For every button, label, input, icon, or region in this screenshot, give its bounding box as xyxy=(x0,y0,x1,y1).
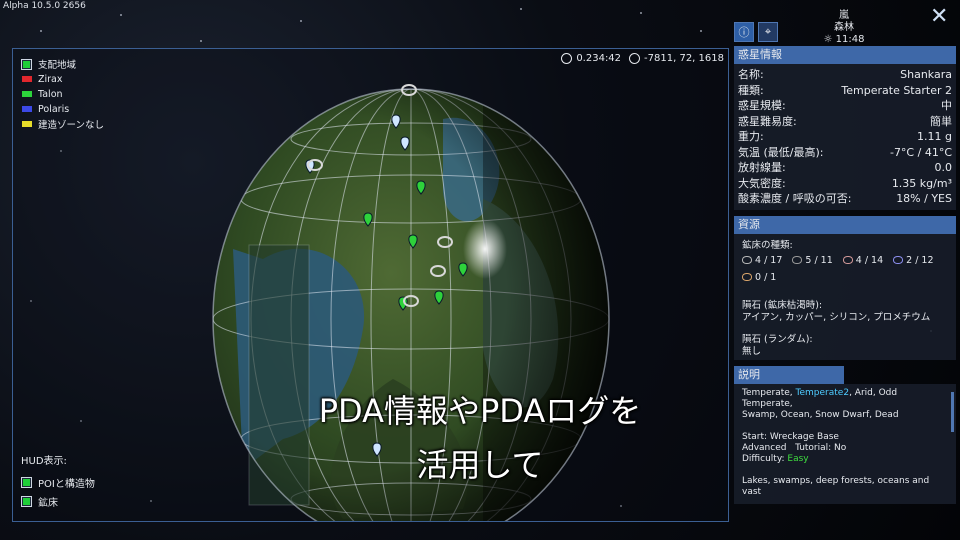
ore-count: 5 / 11 xyxy=(805,254,833,266)
territory-legend: 支配地域 Zirax Talon Polaris 建造ゾーンなし xyxy=(21,57,104,132)
ore-item: 4 / 17 xyxy=(742,255,782,266)
ore-rock-icon xyxy=(842,256,853,264)
faction-name: Polaris xyxy=(38,103,70,115)
faction-name: Talon xyxy=(38,88,63,100)
game-time-value: 11:48 xyxy=(835,34,865,45)
star xyxy=(300,20,302,22)
hud-label-ore: 鉱床 xyxy=(38,497,58,509)
info-label: 酸素濃度 / 呼吸の可否: xyxy=(738,192,852,205)
game-time: ☼ 11:48 xyxy=(823,34,865,45)
random-meteor-value: 無し xyxy=(742,345,762,357)
star xyxy=(640,12,642,14)
star xyxy=(700,30,702,32)
faction-swatch xyxy=(22,91,32,97)
faction-name: Zirax xyxy=(38,73,63,85)
ore-count: 4 / 14 xyxy=(855,254,884,266)
time-readout: 0.234:42 xyxy=(576,53,622,64)
info-label: 大気密度: xyxy=(738,176,786,190)
ore-rock-icon xyxy=(742,256,752,264)
ore-types-title: 鉱床の種類: xyxy=(742,239,793,251)
description-header: 説明 xyxy=(734,365,844,384)
weather-condition: 嵐 xyxy=(839,10,849,21)
planet-info-row: 惑星規模: 中 xyxy=(734,98,956,114)
version-label: Alpha 10.5.0 2656 xyxy=(3,1,86,11)
planet-info-row: 酸素濃度 / 呼吸の可否: 18% / YES xyxy=(734,191,956,207)
biome-name: 森林 xyxy=(834,22,854,33)
legend-faction: Talon xyxy=(21,87,104,101)
ore-item: 2 / 12 xyxy=(893,254,934,266)
ore-rock-icon xyxy=(893,256,904,264)
ore-count: 4 / 17 xyxy=(755,254,783,266)
ore-item: 0 / 1 xyxy=(742,272,776,283)
meteor-list: アイアン, カッパー, シリコン, プロメチウム xyxy=(742,311,931,323)
ore-rock-icon xyxy=(792,256,803,264)
info-value: 0.0 xyxy=(934,161,953,174)
resources-header: 資源 xyxy=(734,215,956,234)
compass-icon xyxy=(629,53,641,64)
legend-faction: 建造ゾーンなし xyxy=(21,117,104,131)
planet-info-row: 気温 (最低/最高): -7°C / 41°C xyxy=(734,145,956,161)
checkbox-icon[interactable] xyxy=(21,58,32,70)
random-meteor-title: 隕石 (ランダム): xyxy=(742,333,813,345)
info-label: 名称: xyxy=(738,68,764,81)
info-value: 1.11 g xyxy=(917,130,952,143)
tab-location[interactable]: ⌖ xyxy=(758,22,778,42)
info-label: 種類: xyxy=(738,83,764,97)
ore-item: 4 / 14 xyxy=(842,254,884,266)
faction-name: 建造ゾーンなし xyxy=(38,120,105,131)
ore-line: 0 / 1 xyxy=(734,269,956,286)
checkbox-icon[interactable] xyxy=(21,495,32,507)
planet-info-row: 種類: Temperate Starter 2 xyxy=(734,83,956,99)
ore-item: 5 / 11 xyxy=(792,254,833,266)
planet-info-body: 名称: Shankara 種類: Temperate Starter 2 惑星規模: 中惑… xyxy=(734,64,956,210)
planet-info-row: 放射線量: 0.0 xyxy=(734,160,956,176)
info-label: 重力: xyxy=(738,130,764,143)
star xyxy=(120,14,122,16)
meteor-title: 隕石 (鉱床枯渇時): xyxy=(742,299,823,311)
planet-info-row: 惑星難易度: 簡単 xyxy=(734,114,956,130)
weather-widget: 嵐 森林 ☼ 11:48 xyxy=(814,10,874,46)
star xyxy=(520,8,522,10)
planet-info-row: 重力: 1.11 g xyxy=(734,129,956,145)
map-pin-icon: ⌖ xyxy=(764,25,772,38)
info-value: Shankara xyxy=(900,68,952,81)
star xyxy=(40,30,42,32)
faction-swatch xyxy=(22,121,32,127)
info-label: 惑星難易度: xyxy=(738,114,797,128)
clock-icon xyxy=(561,53,573,64)
info-icon: ⓘ xyxy=(738,26,750,39)
tab-info[interactable]: ⓘ xyxy=(734,22,754,42)
ore-rock-icon xyxy=(742,273,752,281)
coordinate-readout: -7811, 72, 1618 xyxy=(644,53,724,64)
ore-line: 4 / 17 5 / 11 4 / 14 2 / 12 xyxy=(734,252,956,269)
planet-info-header: 惑星情報 xyxy=(734,46,956,64)
info-label: 放射線量: xyxy=(738,161,786,174)
caption-line-1: PDA情報やPDAログを xyxy=(318,392,642,430)
resources-body: 鉱床の種類: 4 / 17 5 / 11 4 / 14 2 / 12 0 / 1 隕石 … xyxy=(734,233,956,360)
info-value: Temperate Starter 2 xyxy=(841,83,952,97)
ore-count: 2 / 12 xyxy=(906,254,934,266)
info-value: 1.35 kg/m³ xyxy=(891,176,952,190)
info-label: 気温 (最低/最高): xyxy=(738,145,824,159)
map-readout: 0.234:42 -7811, 72, 1618 xyxy=(561,53,724,64)
info-value: 18% / YES xyxy=(896,192,952,205)
caption-line-2: 活用して xyxy=(416,446,544,484)
legend-faction: Zirax xyxy=(21,72,104,86)
hud-toggle-ore[interactable]: 鉱床 xyxy=(21,492,95,510)
legend-title: 支配地域 xyxy=(38,60,77,71)
star xyxy=(200,40,202,42)
close-button[interactable]: ✕ xyxy=(930,4,948,29)
ore-count: 0 / 1 xyxy=(755,271,777,283)
info-value: -7°C / 41°C xyxy=(889,145,952,159)
faction-swatch xyxy=(22,76,32,82)
sun-glare xyxy=(463,219,507,279)
legend-faction: Polaris xyxy=(21,102,104,116)
planet-info-row: 大気密度: 1.35 kg/m³ xyxy=(734,176,956,192)
info-value: 中 xyxy=(941,99,952,112)
planet-info-row: 名称: Shankara xyxy=(734,67,956,83)
info-value: 簡単 xyxy=(930,114,952,128)
legend-toggle-territory[interactable]: 支配地域 xyxy=(21,57,104,71)
info-label: 惑星規模: xyxy=(738,99,786,112)
faction-swatch xyxy=(22,106,32,112)
